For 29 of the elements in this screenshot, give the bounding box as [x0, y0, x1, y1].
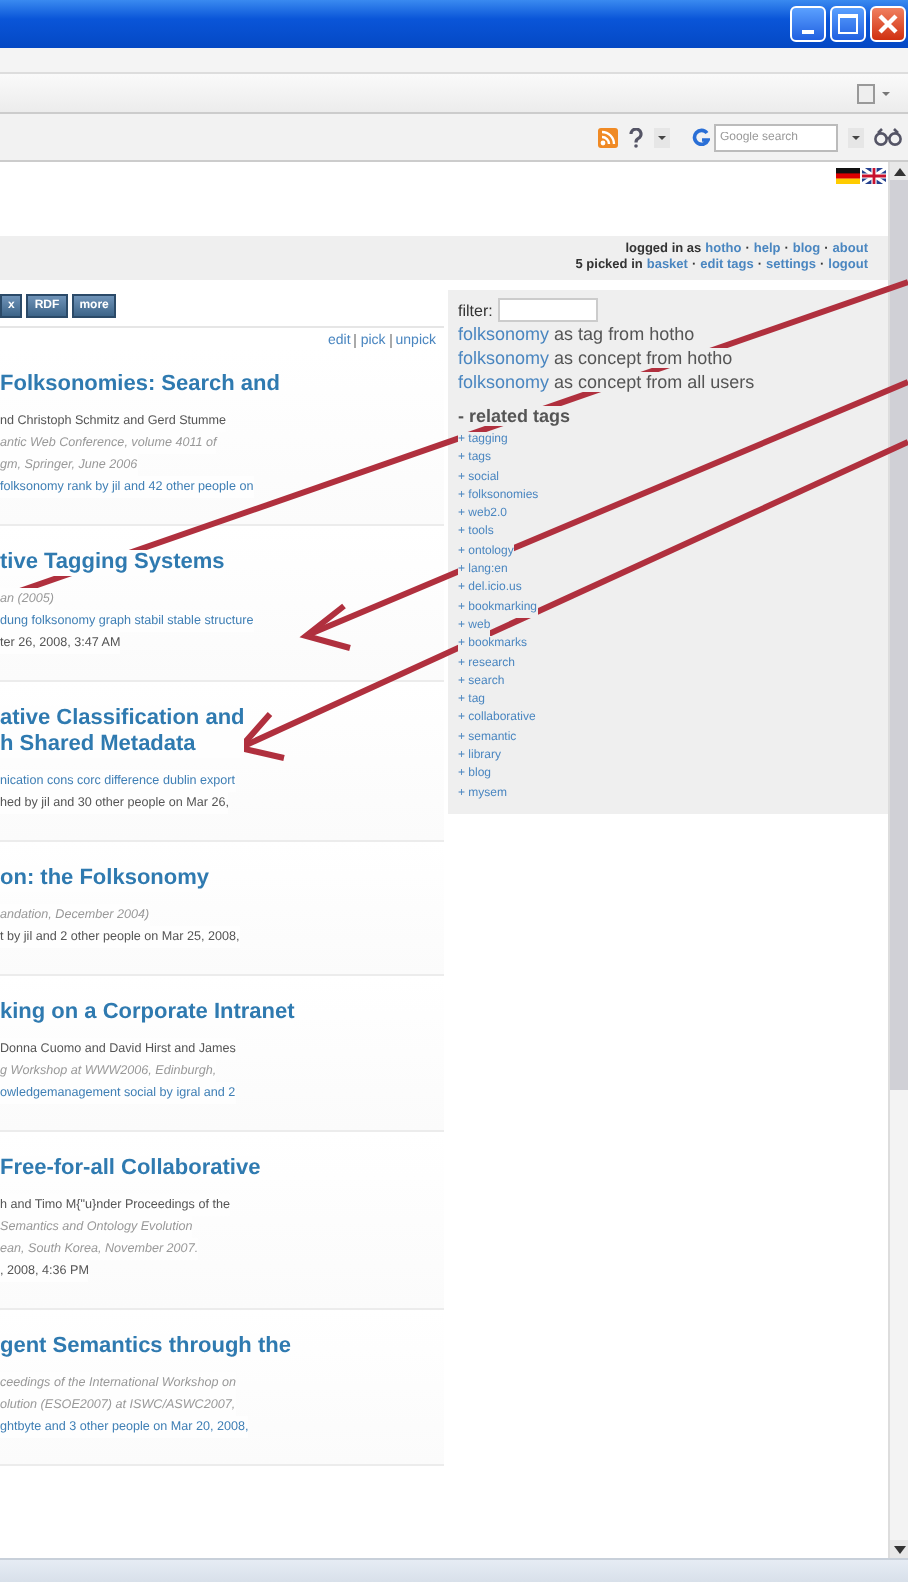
post-title[interactable]: king on a Corporate Intranet — [0, 1000, 295, 1026]
binoculars-icon[interactable] — [874, 128, 902, 146]
british-flag-icon[interactable] — [862, 168, 886, 184]
concept-text: as tag from hotho — [554, 324, 695, 344]
concept-link[interactable]: folksonomy — [458, 348, 550, 368]
scroll-down-icon[interactable] — [890, 1540, 908, 1558]
close-icon[interactable] — [876, 12, 900, 36]
page-icon[interactable] — [856, 83, 892, 103]
concept-text: as concept from hotho — [554, 348, 733, 368]
close-button[interactable] — [870, 6, 906, 42]
post-title[interactable]: tive Tagging Systems — [0, 550, 225, 576]
post-title[interactable]: gent Semantics through the — [0, 1334, 291, 1360]
search-engine-icon — [692, 128, 710, 146]
dropdown-icon[interactable] — [654, 127, 670, 147]
concept-link[interactable]: folksonomy — [458, 324, 550, 344]
concept-link[interactable]: folksonomy — [458, 372, 550, 392]
scrollbar[interactable] — [888, 162, 908, 1558]
filter-field[interactable] — [498, 298, 599, 322]
related-tags-heading: - related tags — [458, 406, 571, 426]
post-title[interactable]: ative Classification and h Shared Metadata — [0, 706, 245, 758]
german-flag-icon[interactable] — [836, 168, 860, 184]
filter-label: filter: — [458, 301, 493, 319]
dropdown-icon[interactable] — [848, 127, 864, 147]
minimize-button[interactable] — [790, 6, 826, 42]
maximize-button[interactable] — [830, 6, 866, 42]
post-title[interactable]: on: the Folksonomy — [0, 866, 209, 892]
scroll-up-icon[interactable] — [890, 162, 908, 180]
concept-text: as concept from all users — [554, 372, 755, 392]
help-icon[interactable] — [628, 127, 644, 147]
